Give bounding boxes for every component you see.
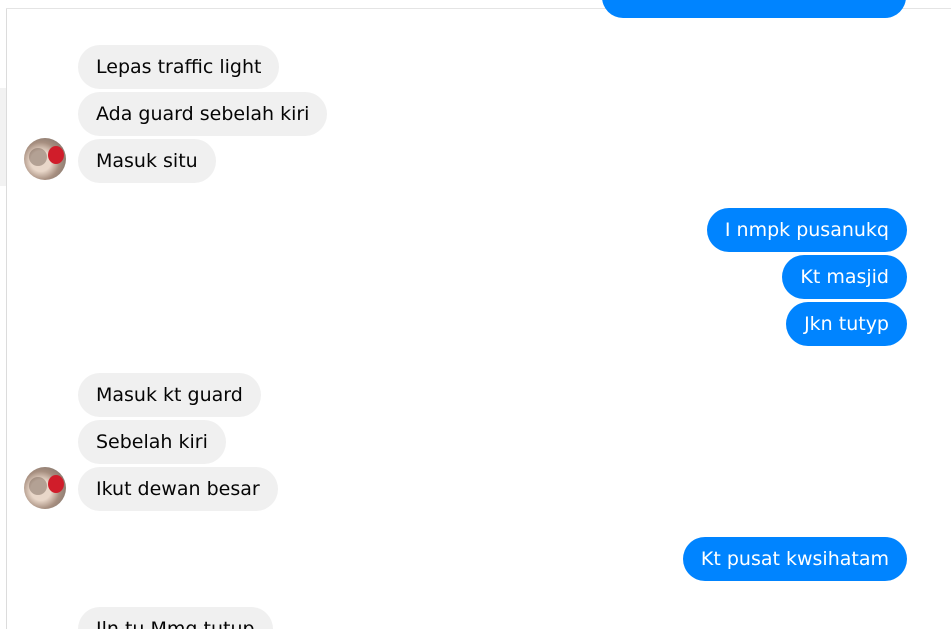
outgoing-message[interactable]: Jkn tutyp xyxy=(786,302,907,346)
outgoing-message[interactable]: Kt pusat kwsihatam xyxy=(682,537,907,581)
incoming-message[interactable]: Masuk situ xyxy=(78,139,216,183)
incoming-message[interactable]: Ikut dewan besar xyxy=(78,467,278,511)
incoming-message[interactable]: Masuk kt guard xyxy=(78,373,261,417)
outgoing-message-partial[interactable] xyxy=(602,0,906,18)
user-avatar-icon[interactable] xyxy=(24,467,66,509)
outgoing-message[interactable]: I nmpk pusanukq xyxy=(706,208,907,252)
panel-left-border xyxy=(6,8,7,629)
outgoing-message[interactable]: Kt masjid xyxy=(782,255,907,299)
incoming-message[interactable]: Sebelah kiri xyxy=(78,420,226,464)
user-avatar-icon[interactable] xyxy=(24,138,66,180)
incoming-message[interactable]: Lepas traffic light xyxy=(78,45,280,89)
chat-viewport[interactable]: Lepas traffic light Ada guard sebelah ki… xyxy=(0,0,951,629)
incoming-message[interactable]: Ada guard sebelah kiri xyxy=(78,92,328,136)
incoming-message[interactable]: Jln tu Mmg tutup xyxy=(78,607,273,629)
